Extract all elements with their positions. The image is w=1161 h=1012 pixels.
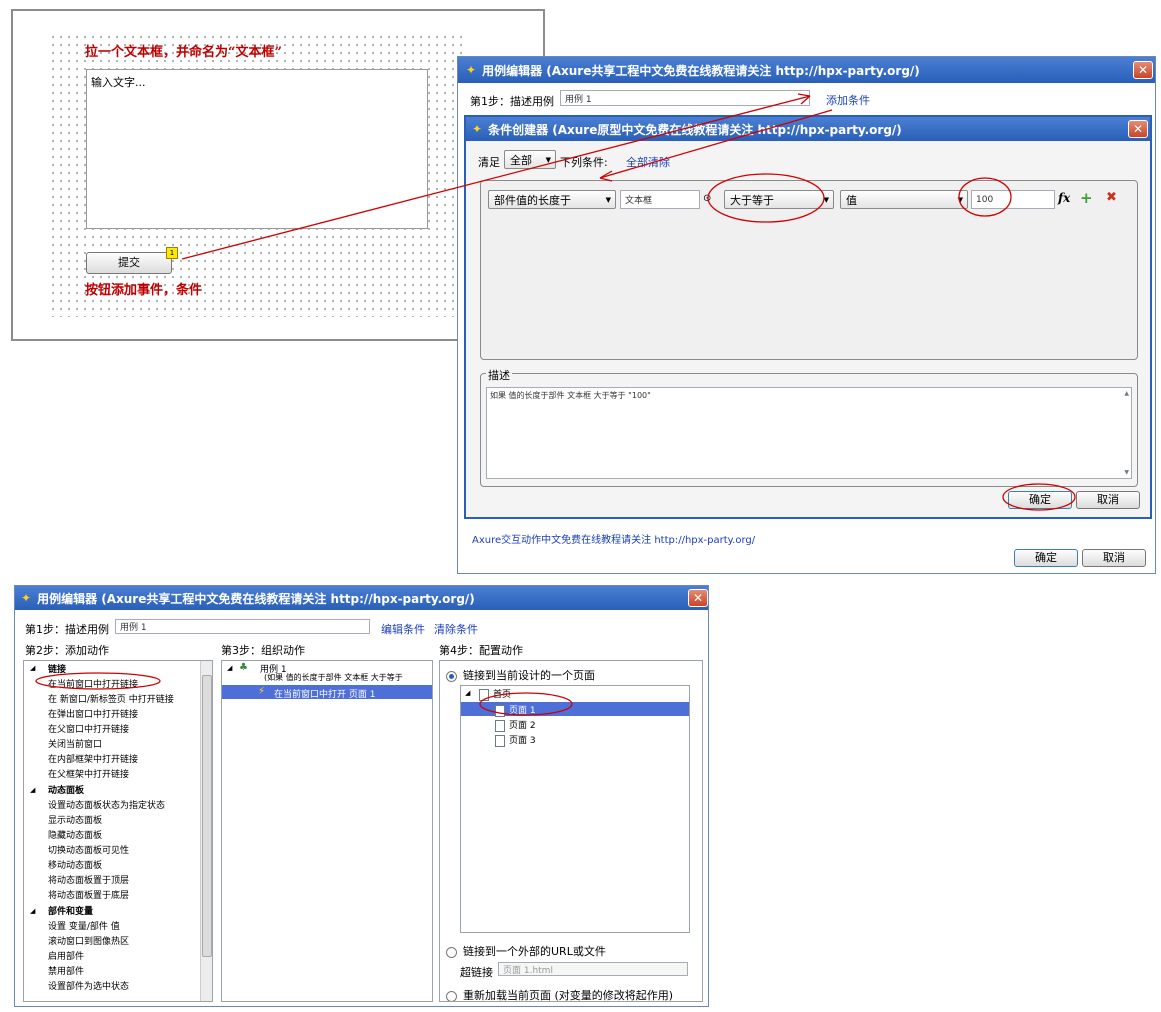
annotation-overlay (35, 93, 1076, 716)
circle-value (958, 177, 1012, 217)
circle-ok (1002, 483, 1076, 511)
circle-operator (707, 173, 825, 223)
circle-page-1 (479, 692, 573, 716)
red-circles (35, 173, 1076, 716)
arrow-button-to-add-condition (181, 95, 811, 260)
circle-open-current (35, 672, 161, 690)
red-arrows (181, 93, 833, 260)
